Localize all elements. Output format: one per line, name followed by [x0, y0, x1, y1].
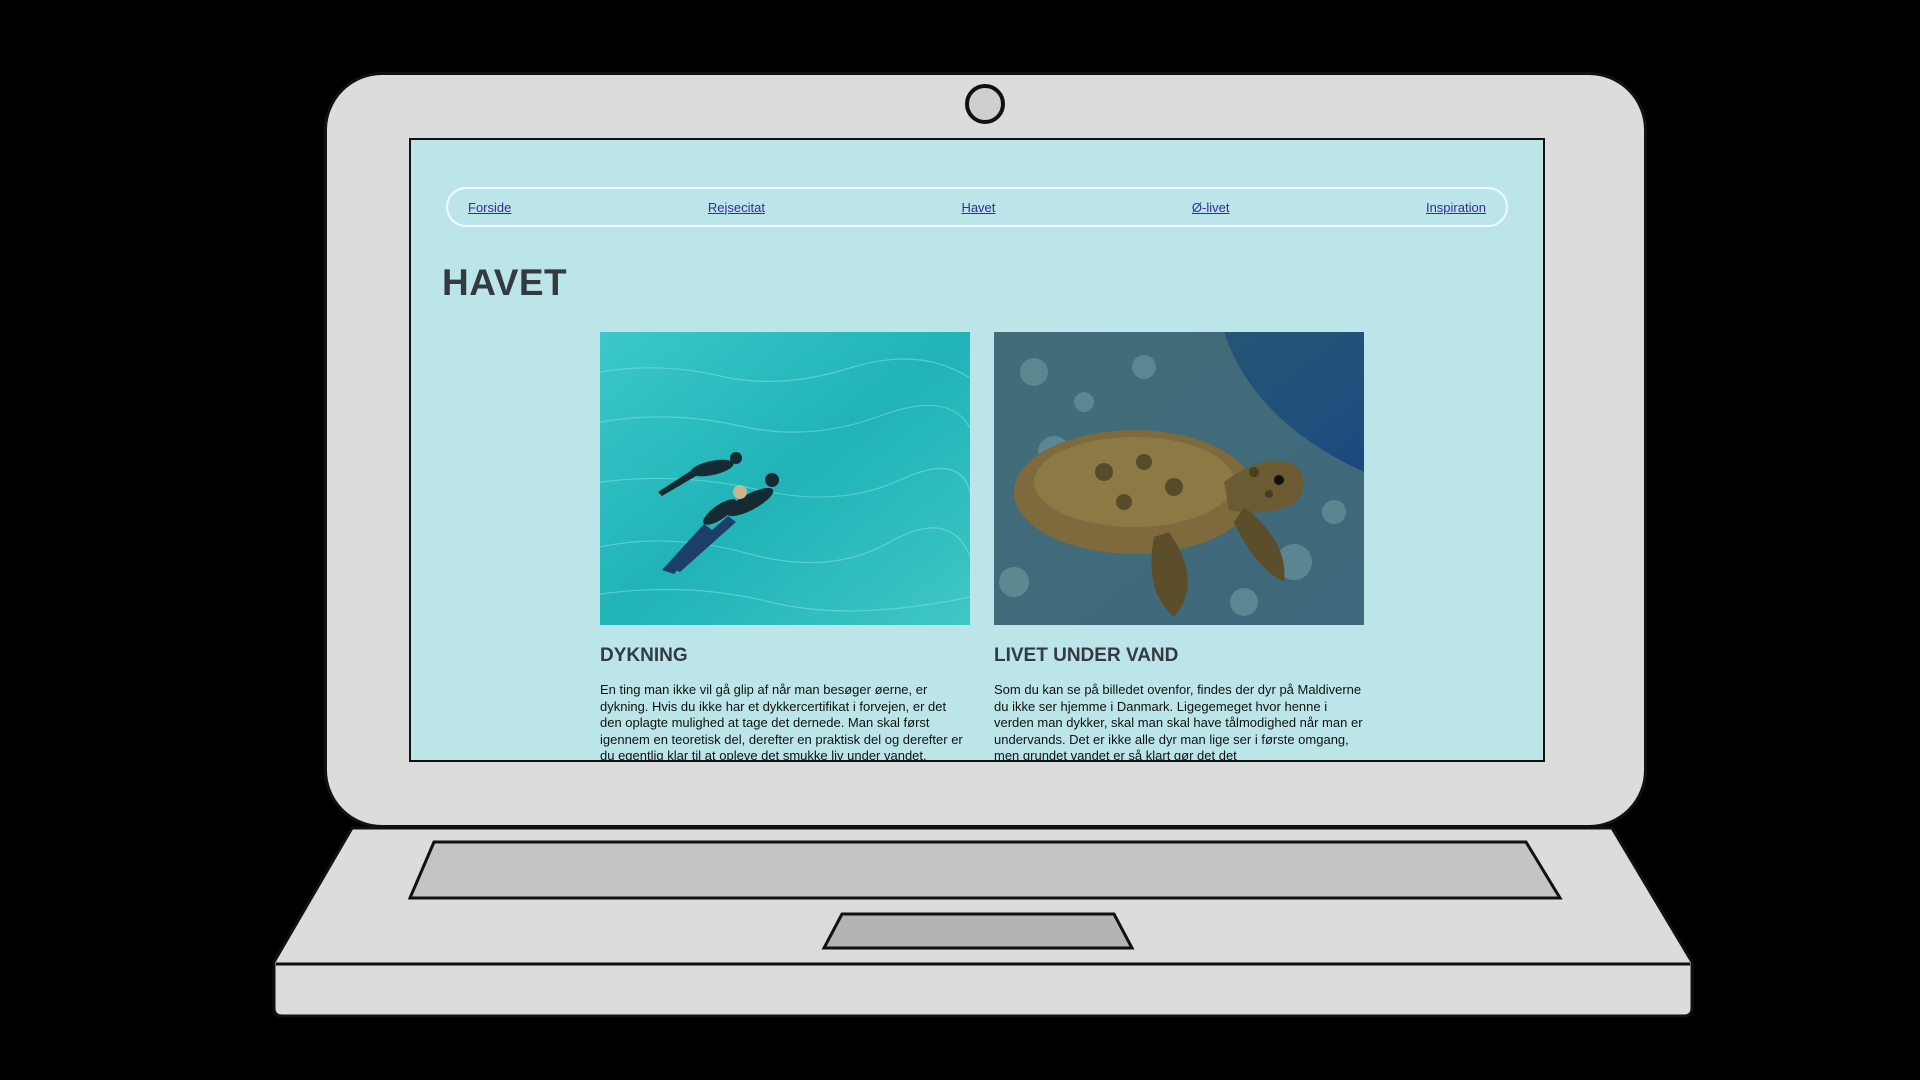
webcam-icon [965, 84, 1005, 124]
article-card-livet-under-vand: LIVET UNDER VAND Som du kan se på billed… [994, 332, 1364, 762]
card-text: En ting man ikke vil gå glip af når man … [600, 682, 963, 762]
nav-link-havet[interactable]: Havet [961, 200, 995, 215]
nav-link-inspiration[interactable]: Inspiration [1426, 200, 1486, 215]
nav-link-rejsecitat[interactable]: Rejsecitat [708, 200, 765, 215]
sea-turtle-image [994, 332, 1364, 625]
main-navigation: Forside Rejsecitat Havet Ø-livet Inspira… [446, 187, 1508, 227]
laptop-scene: Forside Rejsecitat Havet Ø-livet Inspira… [0, 0, 1920, 1080]
nav-link-forside[interactable]: Forside [468, 200, 511, 215]
nav-link-o-livet[interactable]: Ø-livet [1192, 200, 1230, 215]
laptop-screen: Forside Rejsecitat Havet Ø-livet Inspira… [409, 138, 1545, 762]
article-card-dykning: DYKNING En ting man ikke vil gå glip af … [600, 332, 970, 762]
card-heading: DYKNING [600, 645, 688, 666]
trackpad [821, 912, 1135, 950]
snorkelers-image [600, 332, 970, 625]
card-text: Som du kan se på billedet ovenfor, finde… [994, 682, 1363, 762]
keyboard-area [407, 840, 1563, 900]
card-heading: LIVET UNDER VAND [994, 645, 1179, 666]
page-title: HAVET [442, 262, 568, 303]
